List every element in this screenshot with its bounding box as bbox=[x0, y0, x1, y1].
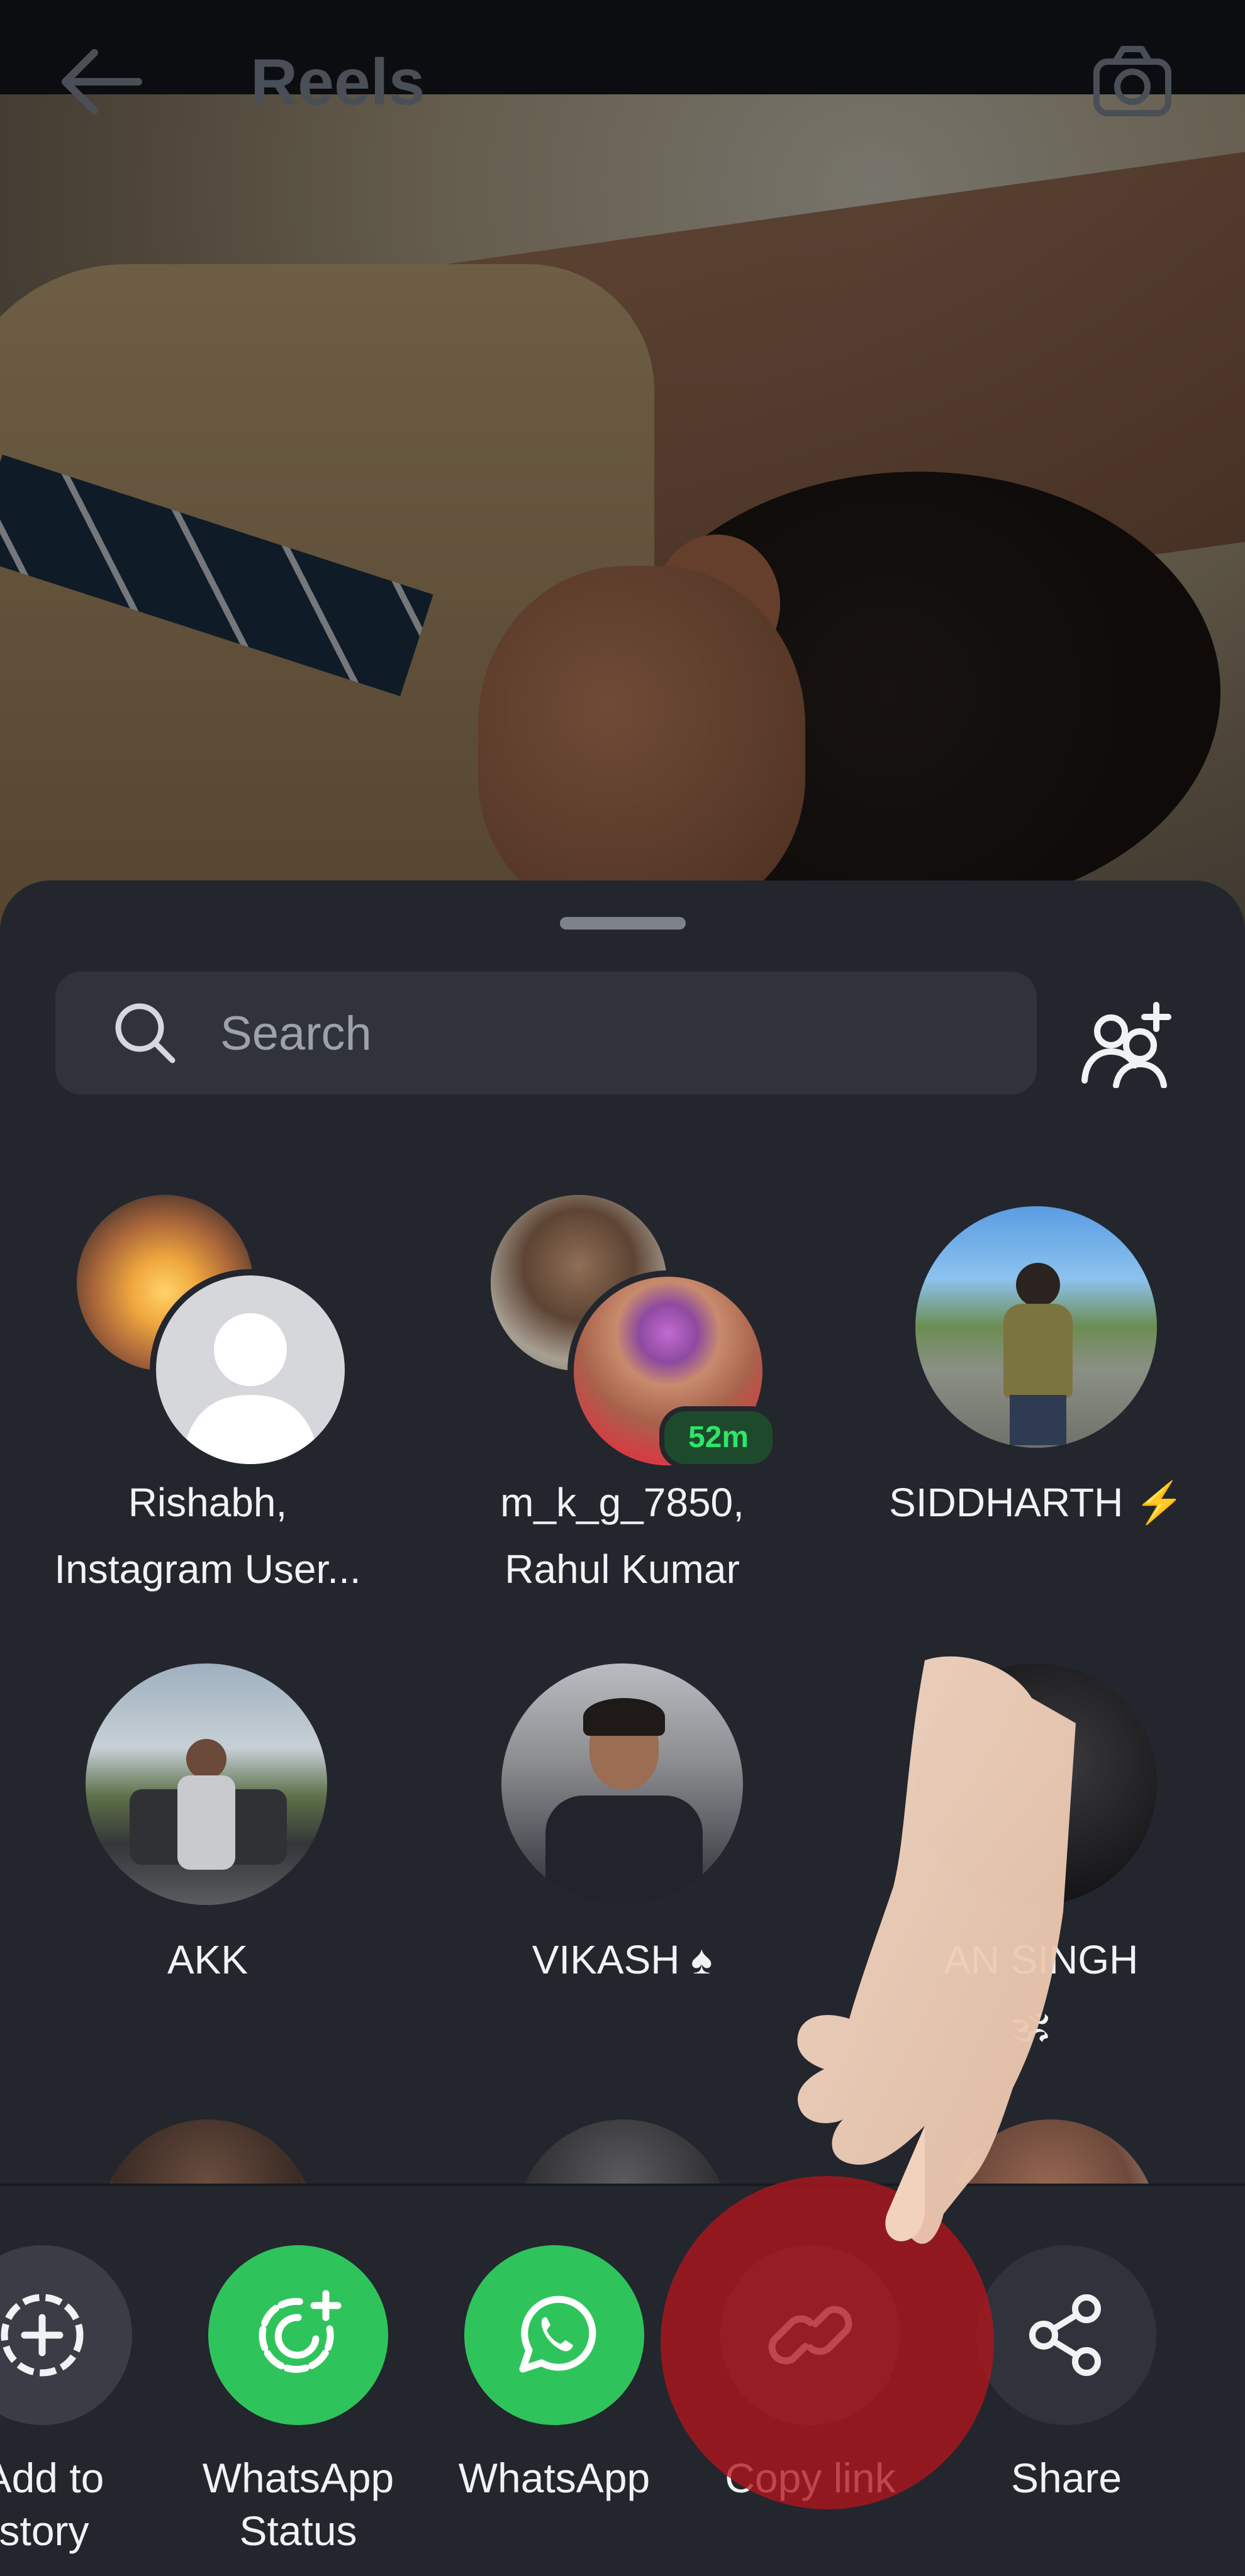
reel-video-background bbox=[0, 0, 1245, 931]
contact-name: Rishabh, bbox=[128, 1480, 288, 1525]
contact-item[interactable]: Rishabh, Instagram User... bbox=[19, 1469, 396, 1602]
contact-name: AKK bbox=[167, 1937, 248, 1982]
contact-item[interactable]: SIDDHARTH ⚡ bbox=[848, 1469, 1225, 1536]
app-root: Reels Search Rishabh, Instagram User... … bbox=[0, 0, 1245, 2576]
contact-item[interactable]: m_k_g_7850, Rahul Kumar bbox=[433, 1469, 811, 1602]
add-to-story-button[interactable] bbox=[0, 2245, 132, 2425]
page-title: Reels bbox=[250, 46, 425, 119]
sheet-drag-handle[interactable] bbox=[560, 917, 686, 930]
contact-name: SIDDHARTH ⚡ bbox=[889, 1480, 1185, 1525]
avatar[interactable] bbox=[915, 1206, 1157, 1448]
search-input[interactable] bbox=[219, 972, 976, 1096]
add-to-story-label: Add to story bbox=[0, 2455, 104, 2554]
whatsapp-label: WhatsApp bbox=[458, 2455, 650, 2501]
default-profile-icon bbox=[181, 1313, 320, 1464]
avatar[interactable] bbox=[150, 1269, 351, 1470]
avatar[interactable] bbox=[86, 1663, 327, 1905]
whatsapp-status-label: WhatsApp Status bbox=[202, 2455, 394, 2554]
whatsapp-status-icon bbox=[259, 2290, 342, 2373]
search-icon bbox=[115, 1003, 176, 1063]
contact-name: Rahul Kumar bbox=[505, 1546, 740, 1592]
camera-icon[interactable] bbox=[1091, 43, 1173, 118]
top-bar: Reels bbox=[0, 0, 1245, 119]
contact-name: Instagram User... bbox=[54, 1546, 361, 1592]
pointing-hand-icon bbox=[797, 1656, 1076, 2244]
whatsapp-icon bbox=[519, 2296, 596, 2373]
share-label: Share bbox=[1010, 2455, 1122, 2501]
contact-item[interactable]: AKK bbox=[19, 1926, 396, 1993]
contact-name: m_k_g_7850, bbox=[500, 1480, 744, 1525]
story-time-badge: 52m bbox=[659, 1406, 778, 1469]
arrow-left-icon[interactable] bbox=[57, 44, 145, 119]
whatsapp-status-button[interactable] bbox=[208, 2245, 388, 2425]
search-bar[interactable] bbox=[55, 972, 1037, 1096]
add-people-icon[interactable] bbox=[1081, 1000, 1175, 1088]
avatar[interactable] bbox=[501, 1663, 743, 1905]
add-circle-icon bbox=[1, 2294, 84, 2377]
whatsapp-button[interactable] bbox=[464, 2245, 644, 2425]
